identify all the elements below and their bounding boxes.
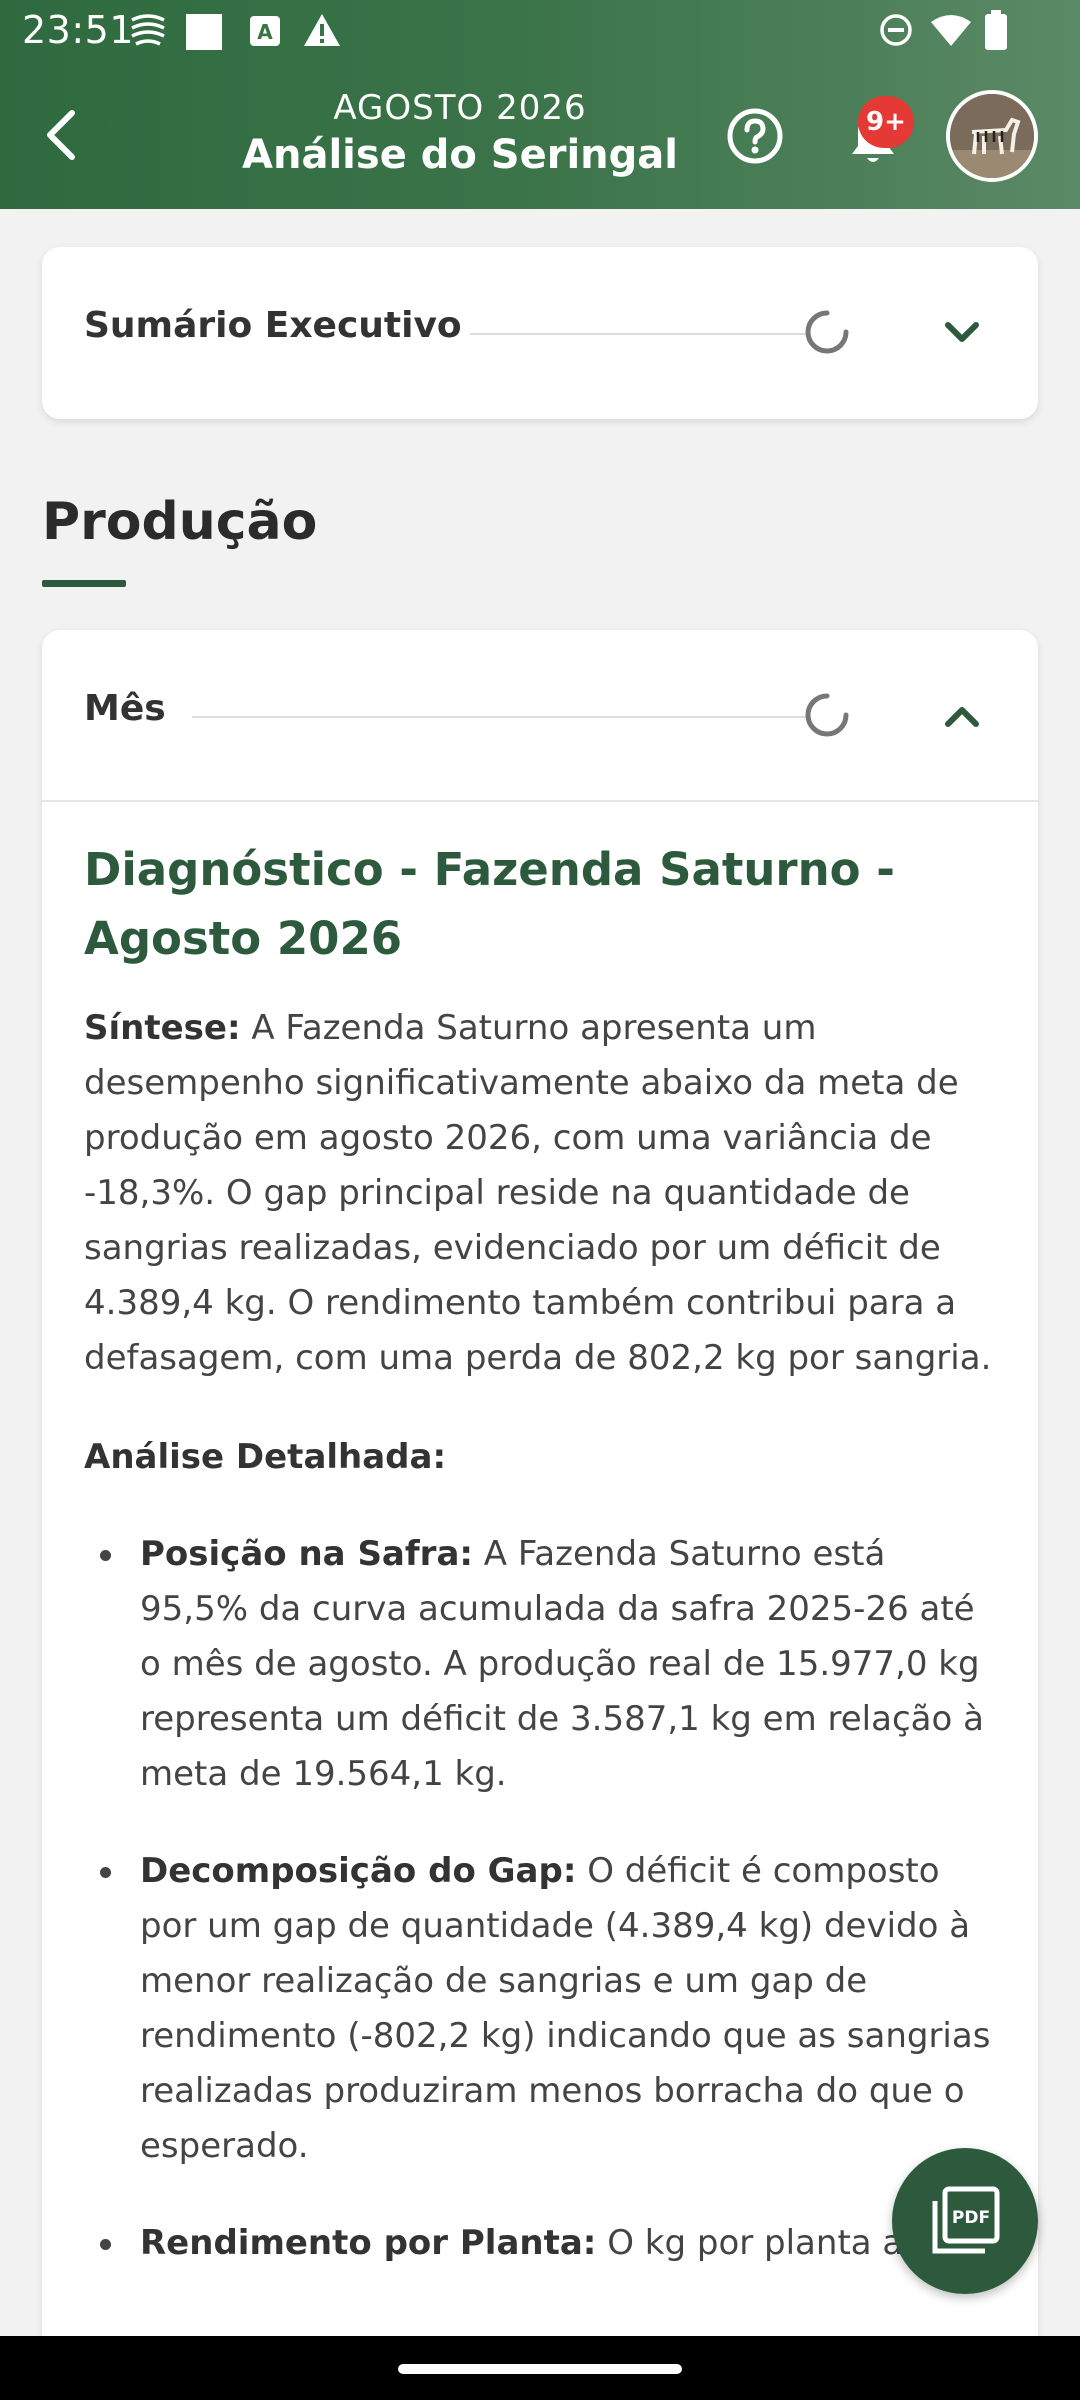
home-gesture-handle[interactable]: [398, 2364, 682, 2374]
pdf-icon: PDF: [932, 2186, 1000, 2254]
bullet-label: Decomposição do Gap:: [140, 1851, 577, 1891]
header-titles: AGOSTO 2026 Análise do Seringal: [230, 88, 690, 180]
bullet-text: O déficit é composto por um gap de quant…: [140, 1851, 991, 2166]
diagnostic-title: Diagnóstico - Fazenda Saturno - Agosto 2…: [84, 843, 895, 965]
diagnostic-content: Diagnóstico - Fazenda Saturno - Agosto 2…: [84, 835, 1004, 2313]
pdf-fab-label: PDF: [952, 2208, 990, 2228]
month-card-header[interactable]: Mês: [42, 630, 1038, 800]
bullet-label: Rendimento por Planta:: [140, 2223, 597, 2263]
wifi-icon: [930, 14, 972, 48]
loading-spinner-icon: [805, 310, 849, 354]
status-bar: 23:51 A: [0, 0, 1080, 62]
bullet-label: Posição na Safra:: [140, 1534, 473, 1574]
do-not-disturb-icon: [878, 12, 914, 48]
status-time: 23:51: [22, 8, 135, 52]
help-circle-icon: [727, 108, 783, 164]
section-title: Produção: [42, 492, 318, 552]
back-button[interactable]: [30, 100, 90, 170]
font-a-icon: A: [250, 16, 280, 46]
synthesis-label: Síntese:: [84, 1008, 241, 1048]
page-title: Análise do Seringal: [242, 132, 678, 178]
list-item: Decomposição do Gap: O déficit é compost…: [84, 1844, 1004, 2174]
battery-icon: [984, 10, 1008, 50]
list-item: Posição na Safra: A Fazenda Saturno está…: [84, 1527, 1004, 1802]
avatar[interactable]: [946, 90, 1038, 182]
synthesis-paragraph: Síntese: A Fazenda Saturno apresenta um …: [84, 1001, 1004, 1386]
warning-icon: [302, 12, 342, 48]
notification-badge: 9+: [858, 96, 914, 148]
list-item: Rendimento por Planta: O kg por planta a…: [84, 2216, 1004, 2271]
detailed-analysis-heading: Análise Detalhada:: [84, 1437, 447, 1477]
wifi-calling-icon: [128, 12, 168, 48]
help-button[interactable]: [725, 106, 785, 166]
header-divider-line: [470, 333, 806, 335]
executive-summary-card[interactable]: Sumário Executivo: [42, 247, 1038, 419]
month-label: Mês: [84, 688, 166, 729]
screen: 23:51 A AGOSTO 2026 Análise do Seringal …: [0, 0, 1080, 2400]
svg-text:A: A: [257, 20, 273, 44]
chevron-left-icon: [47, 110, 75, 160]
pdf-export-button[interactable]: PDF: [892, 2148, 1038, 2294]
chevron-down-icon[interactable]: [942, 313, 982, 353]
app-header: 23:51 A AGOSTO 2026 Análise do Seringal …: [0, 0, 1080, 209]
card-divider: [42, 800, 1038, 802]
header-subtitle: AGOSTO 2026: [333, 88, 587, 128]
synthesis-text: A Fazenda Saturno apresenta um desempenh…: [84, 1008, 992, 1378]
chevron-up-icon[interactable]: [942, 696, 982, 736]
section-underline: [42, 580, 126, 587]
zebra-avatar-icon: [950, 94, 1034, 178]
loading-spinner-icon: [805, 693, 849, 737]
executive-summary-header[interactable]: Sumário Executivo: [42, 247, 1038, 417]
executive-summary-label: Sumário Executivo: [84, 305, 462, 346]
header-divider-line: [192, 716, 806, 718]
analysis-list: Posição na Safra: A Fazenda Saturno está…: [84, 1527, 1004, 2271]
square-icon: [184, 14, 224, 50]
